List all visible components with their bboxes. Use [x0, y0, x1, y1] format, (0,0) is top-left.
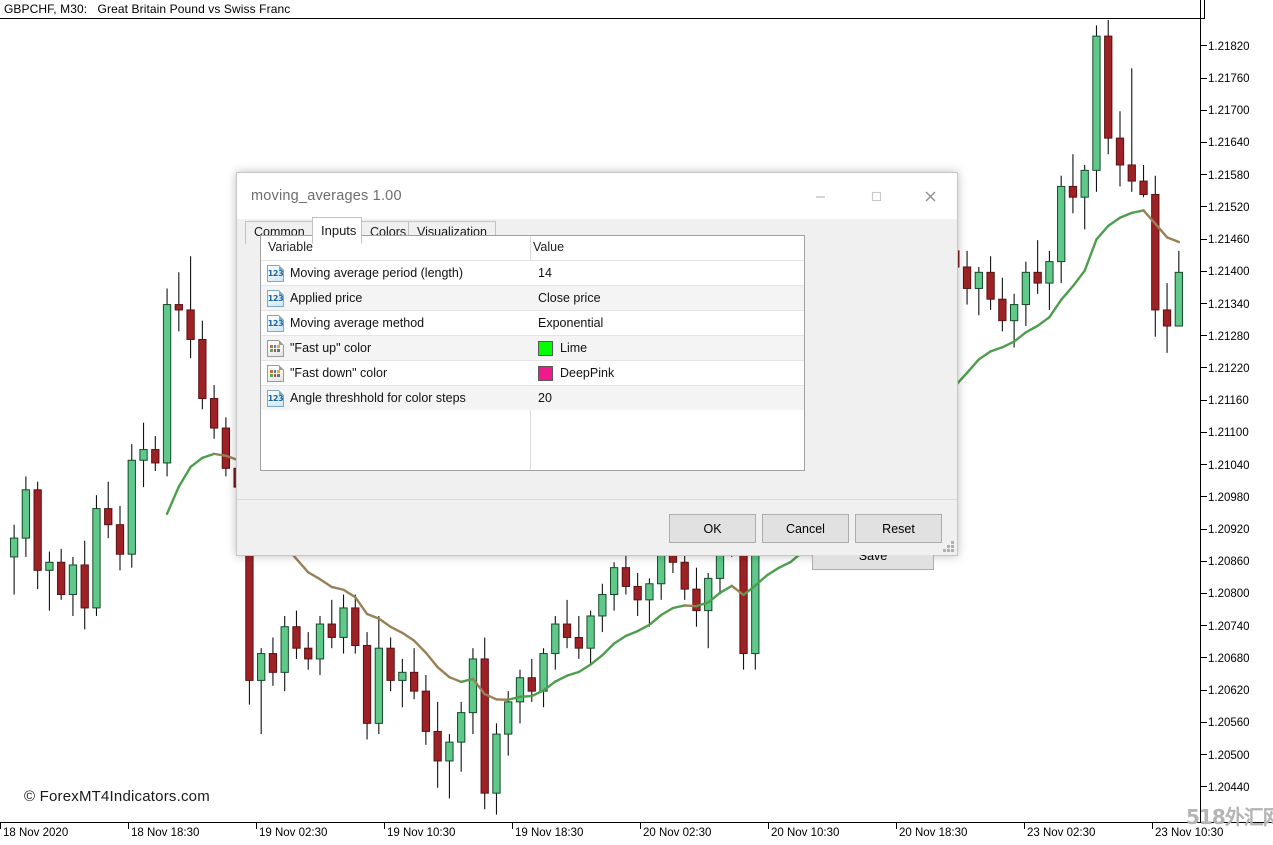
maximize-icon[interactable] [853, 181, 899, 211]
price-tick-label: 1.21760 [1201, 73, 1250, 85]
time-tick-label: 20 Nov 10:30 [768, 823, 839, 844]
dialog-title: moving_averages 1.00 [251, 188, 402, 204]
parameter-name-cell: Moving average period (length) [261, 261, 530, 285]
chart-instrument-name: Great Britain Pound vs Swiss Franc [98, 2, 291, 16]
time-tick-label: 18 Nov 18:30 [128, 823, 199, 844]
parameter-value-cell[interactable]: 14 [531, 261, 804, 285]
minimize-icon[interactable] [797, 181, 843, 211]
color-param-icon [267, 340, 284, 357]
time-tick-label: 18 Nov 2020 [0, 823, 68, 844]
price-axis[interactable]: 1.21820 1.21760 1.21700 1.21640 1.21580 1.215… [1200, 0, 1273, 823]
chart-symbol-title: GBPCHF, M30: Great Britain Pound vs Swis… [0, 0, 1205, 19]
parameter-row[interactable]: Angle threshhold for color steps 20 [261, 385, 804, 410]
grid-rows-container: Moving average period (length) 14 Applied … [261, 260, 804, 410]
color-swatch [538, 341, 553, 356]
parameter-name-cell: Angle threshhold for color steps [261, 386, 530, 410]
parameter-name-cell: Moving average method [261, 311, 530, 335]
price-tick-label: 1.21340 [1201, 299, 1250, 311]
parameter-label: Applied price [290, 291, 362, 305]
parameter-row[interactable]: "Fast up" color Lime [261, 335, 804, 360]
parameter-value: 20 [538, 391, 552, 405]
color-swatch [538, 366, 553, 381]
price-tick-label: 1.21640 [1201, 137, 1250, 149]
parameter-name-cell: Applied price [261, 286, 530, 310]
site-watermark: 518外汇网 [1186, 801, 1273, 830]
ok-button[interactable]: OK [669, 514, 756, 543]
number-param-icon [267, 390, 284, 407]
parameter-value: Lime [560, 341, 587, 355]
time-tick-label: 19 Nov 18:30 [512, 823, 583, 844]
parameter-value-cell[interactable]: Close price [531, 286, 804, 310]
price-tick-label: 1.21100 [1201, 427, 1249, 439]
price-tick-label: 1.21400 [1201, 266, 1250, 278]
price-tick-label: 1.21280 [1201, 331, 1250, 343]
price-tick-label: 1.20800 [1201, 588, 1250, 600]
parameter-label: Moving average method [290, 316, 424, 330]
parameter-label: "Fast down" color [290, 366, 387, 380]
parameter-value-cell[interactable]: Lime [531, 336, 804, 360]
copyright-watermark: © ForexMT4Indicators.com [24, 788, 210, 805]
price-tick-label: 1.21580 [1201, 170, 1250, 182]
dialog-footer: OK Cancel Reset [237, 499, 957, 555]
time-tick-label: 19 Nov 10:30 [384, 823, 455, 844]
number-param-icon [267, 315, 284, 332]
reset-button[interactable]: Reset [855, 514, 942, 543]
price-tick-label: 1.21460 [1201, 234, 1250, 246]
close-icon[interactable] [907, 181, 953, 211]
parameter-value-cell[interactable]: DeepPink [531, 361, 804, 385]
price-tick-label: 1.20680 [1201, 653, 1250, 665]
price-tick-label: 1.20500 [1201, 750, 1250, 762]
parameter-value-cell[interactable]: Exponential [531, 311, 804, 335]
price-tick-label: 1.21160 [1201, 395, 1249, 407]
color-param-icon [267, 365, 284, 382]
parameter-row[interactable]: Applied price Close price [261, 285, 804, 310]
parameter-label: Moving average period (length) [290, 266, 463, 280]
parameter-label: Angle threshhold for color steps [290, 391, 466, 405]
parameter-value: DeepPink [560, 366, 614, 380]
time-axis[interactable]: 18 Nov 2020 18 Nov 18:30 19 Nov 02:30 19 No… [0, 822, 1273, 845]
chart-symbol-label: GBPCHF, M30: [4, 2, 87, 16]
parameter-value: 14 [538, 266, 552, 280]
cancel-button[interactable]: Cancel [762, 514, 849, 543]
dialog-body: Variable Value Moving average period (le… [237, 244, 957, 484]
time-tick-label: 20 Nov 18:30 [896, 823, 967, 844]
indicator-properties-dialog: moving_averages 1.00 CommonInputsColorsV… [236, 172, 958, 556]
price-tick-label: 1.20920 [1201, 524, 1250, 536]
price-tick-label: 1.20560 [1201, 717, 1250, 729]
column-header-value: Value [533, 240, 564, 254]
parameter-row[interactable]: "Fast down" color DeepPink [261, 360, 804, 385]
parameter-row[interactable]: Moving average method Exponential [261, 310, 804, 335]
tab-inputs[interactable]: Inputs [312, 217, 362, 244]
parameter-value-cell[interactable]: 20 [531, 386, 804, 410]
parameter-value: Exponential [538, 316, 603, 330]
price-tick-label: 1.21040 [1201, 460, 1250, 472]
number-param-icon [267, 290, 284, 307]
parameter-label: "Fast up" color [290, 341, 371, 355]
column-header-variable: Variable [268, 240, 313, 254]
price-tick-label: 1.20440 [1201, 782, 1250, 794]
price-tick-label: 1.21520 [1201, 202, 1250, 214]
resize-grip[interactable] [943, 541, 954, 552]
price-tick-label: 1.20980 [1201, 492, 1250, 504]
price-tick-label: 1.21220 [1201, 363, 1250, 375]
time-tick-label: 23 Nov 02:30 [1024, 823, 1095, 844]
price-tick-label: 1.21820 [1201, 41, 1250, 53]
parameters-grid[interactable]: Variable Value Moving average period (le… [260, 235, 805, 471]
price-tick-label: 1.20860 [1201, 556, 1250, 568]
number-param-icon [267, 265, 284, 282]
price-tick-label: 1.20740 [1201, 621, 1250, 633]
time-tick-label: 20 Nov 02:30 [640, 823, 711, 844]
parameter-row[interactable]: Moving average period (length) 14 [261, 260, 804, 285]
price-tick-label: 1.21700 [1201, 105, 1250, 117]
time-tick-label: 19 Nov 02:30 [256, 823, 327, 844]
parameter-name-cell: "Fast up" color [261, 336, 530, 360]
parameter-value: Close price [538, 291, 601, 305]
parameter-name-cell: "Fast down" color [261, 361, 530, 385]
dialog-title-bar[interactable]: moving_averages 1.00 [237, 173, 957, 219]
price-tick-label: 1.20620 [1201, 685, 1250, 697]
